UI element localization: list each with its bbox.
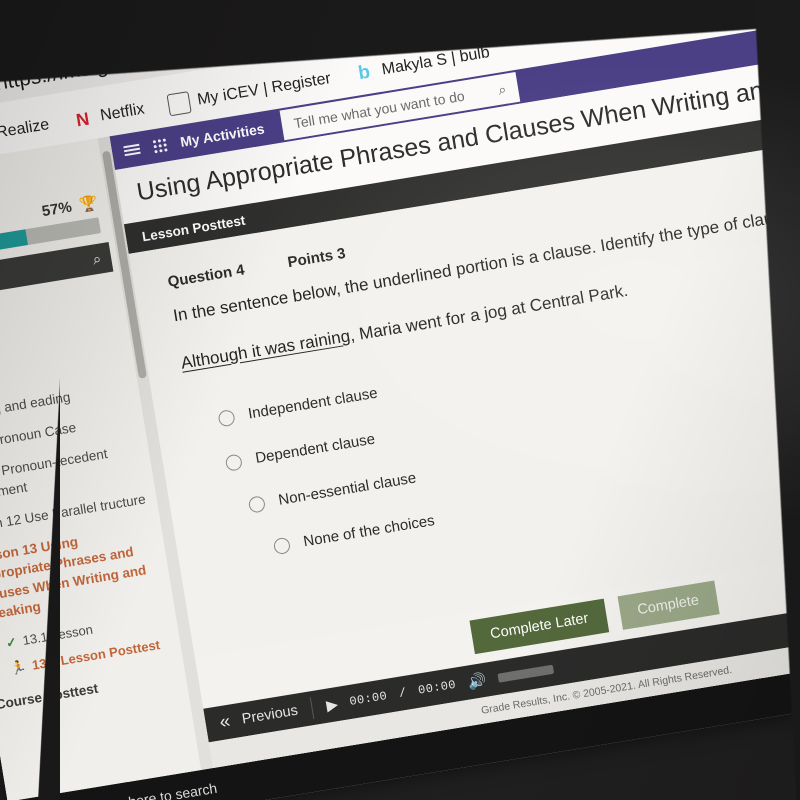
netflix-icon: N — [74, 108, 91, 130]
bulb-icon: b — [356, 61, 372, 85]
grid-icon — [152, 137, 168, 153]
current-time: 00:00 — [348, 688, 389, 709]
lesson-item-7-current[interactable]: Lesson 13 Using Appropriate Phrases and … — [0, 519, 167, 626]
search-icon: ⌕ — [91, 249, 103, 269]
hamburger-menu-icon[interactable] — [123, 143, 141, 157]
answer-option-label: Non-essential clause — [277, 469, 418, 509]
total-time: 00:00 — [417, 677, 457, 698]
photograph-frame: rs Textbook Unit 4 × C Clever | Portal :… — [0, 0, 800, 800]
answer-option-label: None of the choices — [302, 512, 436, 551]
volume-slider[interactable] — [497, 664, 554, 683]
previous-label: Previous — [240, 702, 300, 728]
search-icon: ⌕ — [496, 80, 508, 98]
radio-icon[interactable] — [272, 536, 292, 555]
radio-icon[interactable] — [224, 452, 243, 472]
complete-button[interactable]: Complete — [617, 580, 720, 630]
underlined-clause: Although it was raining — [179, 326, 352, 373]
runner-icon: 🏃 — [9, 659, 28, 677]
play-icon[interactable]: ▶ — [325, 695, 339, 715]
trophy-icon: 🏆 — [78, 194, 100, 215]
progress-percent-label: 57% — [40, 198, 74, 220]
time-separator: / — [397, 685, 408, 701]
my-activities-link[interactable]: My Activities — [179, 120, 266, 150]
page-icon — [166, 91, 192, 117]
answer-option-label: Dependent clause — [254, 430, 377, 467]
bookmark-label: Makyla S | bulb — [380, 43, 491, 79]
question-points: Points 3 — [286, 244, 347, 272]
chevron-left-double-icon: « — [218, 710, 232, 734]
main-content: My Activities Tell me what you want to d… — [109, 6, 800, 769]
sublesson-label: 13.1 Lesson — [21, 621, 94, 648]
close-icon[interactable]: × — [48, 15, 60, 34]
clever-favicon-icon: C — [124, 2, 144, 22]
question-number: Question 4 — [166, 261, 246, 291]
radio-icon[interactable] — [217, 408, 236, 427]
bookmark-netflix[interactable]: N Netflix — [71, 100, 146, 131]
answer-option-label: Independent clause — [246, 384, 379, 423]
bookmark-label: Netflix — [99, 100, 146, 125]
radio-icon[interactable] — [247, 494, 267, 514]
volume-icon[interactable]: 🔊 — [466, 671, 487, 692]
tab-title: Clever | Portal — [154, 0, 257, 17]
check-icon: ✓ — [4, 634, 19, 651]
monitor-screen: rs Textbook Unit 4 × C Clever | Portal :… — [0, 0, 800, 800]
